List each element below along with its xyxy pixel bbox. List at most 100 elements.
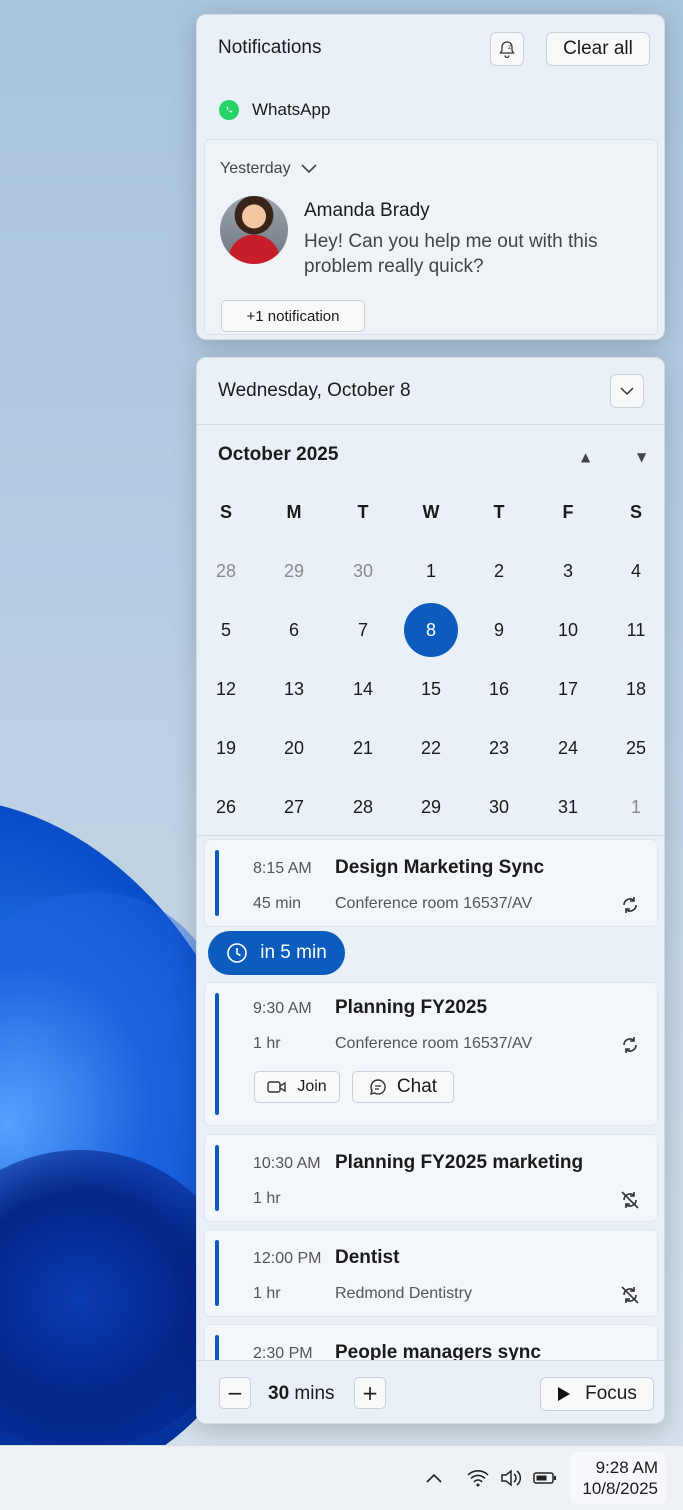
recurring-icon — [623, 897, 637, 913]
next-month-button[interactable]: ▼ — [637, 450, 646, 464]
whatsapp-icon — [219, 100, 239, 120]
calendar-day[interactable]: 14 — [343, 663, 383, 715]
previous-month-button[interactable]: ▲ — [581, 450, 590, 464]
app-header-whatsapp: WhatsApp — [219, 100, 330, 120]
calendar-day[interactable]: 12 — [206, 663, 246, 715]
calendar-day-selected[interactable]: 8 — [404, 603, 458, 657]
calendar-day[interactable]: 9 — [479, 604, 519, 656]
minutes-value: 30 — [268, 1383, 290, 1404]
event-item[interactable]: 10:30 AM Planning FY2025 marketing 1 hr — [204, 1134, 658, 1222]
weekday-header: F — [562, 502, 574, 522]
weekday-header: M — [286, 502, 302, 522]
calendar-day[interactable]: 16 — [479, 663, 519, 715]
calendar-day[interactable]: 7 — [343, 604, 383, 656]
calendar-day[interactable]: 29 — [274, 545, 314, 597]
triangle-up-icon: ▲ — [581, 450, 591, 464]
notification-group-toggle[interactable]: Yesterday — [220, 160, 317, 178]
event-duration: 1 hr — [253, 1035, 281, 1052]
play-icon — [558, 1387, 571, 1401]
increase-minutes-button[interactable]: + — [354, 1377, 386, 1409]
weekday-header: S — [629, 502, 642, 522]
event-color-bar — [215, 1240, 219, 1306]
calendar-day[interactable]: 26 — [206, 781, 246, 833]
chevron-down-icon — [620, 386, 634, 395]
wifi-icon[interactable] — [466, 1466, 490, 1490]
countdown-text: in 5 min — [260, 942, 327, 963]
calendar-day[interactable]: 18 — [616, 663, 656, 715]
chat-label: Chat — [396, 1076, 438, 1097]
event-item[interactable]: 9:30 AM Planning FY2025 1 hr Conference … — [204, 982, 658, 1126]
more-notifications-button[interactable]: +1 notification — [221, 300, 365, 332]
group-label: Yesterday — [220, 160, 291, 177]
decrease-minutes-button[interactable]: − — [219, 1377, 251, 1409]
chat-button[interactable]: Chat — [352, 1071, 454, 1103]
event-time: 12:00 PM — [253, 1250, 322, 1267]
calendar-day[interactable]: 28 — [343, 781, 383, 833]
notification-card[interactable]: Yesterday Amanda Brady Hey! Can you help… — [204, 139, 658, 335]
calendar-day[interactable]: 22 — [411, 722, 451, 774]
volume-icon[interactable] — [499, 1466, 523, 1490]
calendar-day[interactable]: 31 — [548, 781, 588, 833]
taskbar-clock[interactable]: 9:28 AM 10/8/2025 — [570, 1452, 666, 1504]
clear-all-button[interactable]: Clear all — [546, 32, 650, 66]
chat-bubble-icon — [369, 1079, 386, 1096]
notification-center: Notifications z Clear all WhatsApp Yeste… — [196, 14, 665, 340]
current-date: Wednesday, October 8 — [218, 380, 411, 401]
show-hidden-icons-button[interactable] — [422, 1466, 446, 1490]
battery-icon[interactable] — [533, 1466, 557, 1490]
weekday-header: T — [357, 502, 369, 522]
event-color-bar — [215, 850, 219, 916]
event-time: 10:30 AM — [253, 1155, 321, 1172]
calendar-day[interactable]: 28 — [206, 545, 246, 597]
agenda-list: 8:15 AM Design Marketing Sync 45 min Con… — [197, 835, 664, 1362]
non-recurring-icon — [621, 1286, 639, 1304]
calendar-day[interactable]: 13 — [274, 663, 314, 715]
do-not-disturb-button[interactable]: z — [490, 32, 524, 66]
event-item[interactable]: 2:30 PM People managers sync — [204, 1324, 658, 1362]
avatar — [220, 196, 288, 264]
calendar-day[interactable]: 11 — [616, 604, 656, 656]
notifications-title: Notifications — [218, 37, 322, 58]
event-time: 8:15 AM — [253, 860, 312, 877]
calendar-day[interactable]: 21 — [343, 722, 383, 774]
calendar-day[interactable]: 27 — [274, 781, 314, 833]
calendar-day[interactable]: 25 — [616, 722, 656, 774]
calendar-day[interactable]: 5 — [206, 604, 246, 656]
calendar-day[interactable]: 3 — [548, 545, 588, 597]
chevron-up-icon — [426, 1473, 442, 1483]
calendar-day[interactable]: 24 — [548, 722, 588, 774]
taskbar: 9:28 AM 10/8/2025 — [0, 1445, 683, 1510]
event-item[interactable]: 8:15 AM Design Marketing Sync 45 min Con… — [204, 839, 658, 927]
collapse-calendar-button[interactable] — [610, 374, 644, 408]
calendar-day[interactable]: 30 — [479, 781, 519, 833]
calendar-day[interactable]: 10 — [548, 604, 588, 656]
event-duration: 45 min — [253, 895, 302, 912]
calendar-day[interactable]: 15 — [411, 663, 451, 715]
join-button[interactable]: Join — [254, 1071, 340, 1103]
focus-label: Focus — [585, 1383, 637, 1404]
calendar-day[interactable]: 29 — [411, 781, 451, 833]
event-item[interactable]: 12:00 PM Dentist 1 hr Redmond Dentistry — [204, 1229, 658, 1317]
calendar-day[interactable]: 1 — [411, 545, 451, 597]
focus-duration: 30 mins — [268, 1383, 335, 1405]
event-title: Planning FY2025 — [335, 997, 488, 1018]
clock-icon — [227, 943, 248, 963]
minus-icon: − — [226, 1381, 244, 1405]
event-title: People managers sync — [335, 1342, 541, 1362]
clock-time: 9:28 AM — [595, 1458, 658, 1477]
calendar-day[interactable]: 4 — [616, 545, 656, 597]
calendar-day[interactable]: 1 — [616, 781, 656, 833]
event-title: Design Marketing Sync — [335, 857, 545, 878]
calendar-day[interactable]: 20 — [274, 722, 314, 774]
calendar-day[interactable]: 17 — [548, 663, 588, 715]
calendar-day[interactable]: 6 — [274, 604, 314, 656]
calendar-day[interactable]: 19 — [206, 722, 246, 774]
calendar-day[interactable]: 30 — [343, 545, 383, 597]
focus-button[interactable]: Focus — [540, 1377, 654, 1411]
weekday-header: S — [219, 502, 232, 522]
svg-text:z: z — [508, 44, 511, 51]
event-location: Conference room 16537/AV — [335, 895, 533, 912]
calendar-day[interactable]: 23 — [479, 722, 519, 774]
calendar-day[interactable]: 2 — [479, 545, 519, 597]
bell-snooze-icon: z — [499, 41, 515, 58]
